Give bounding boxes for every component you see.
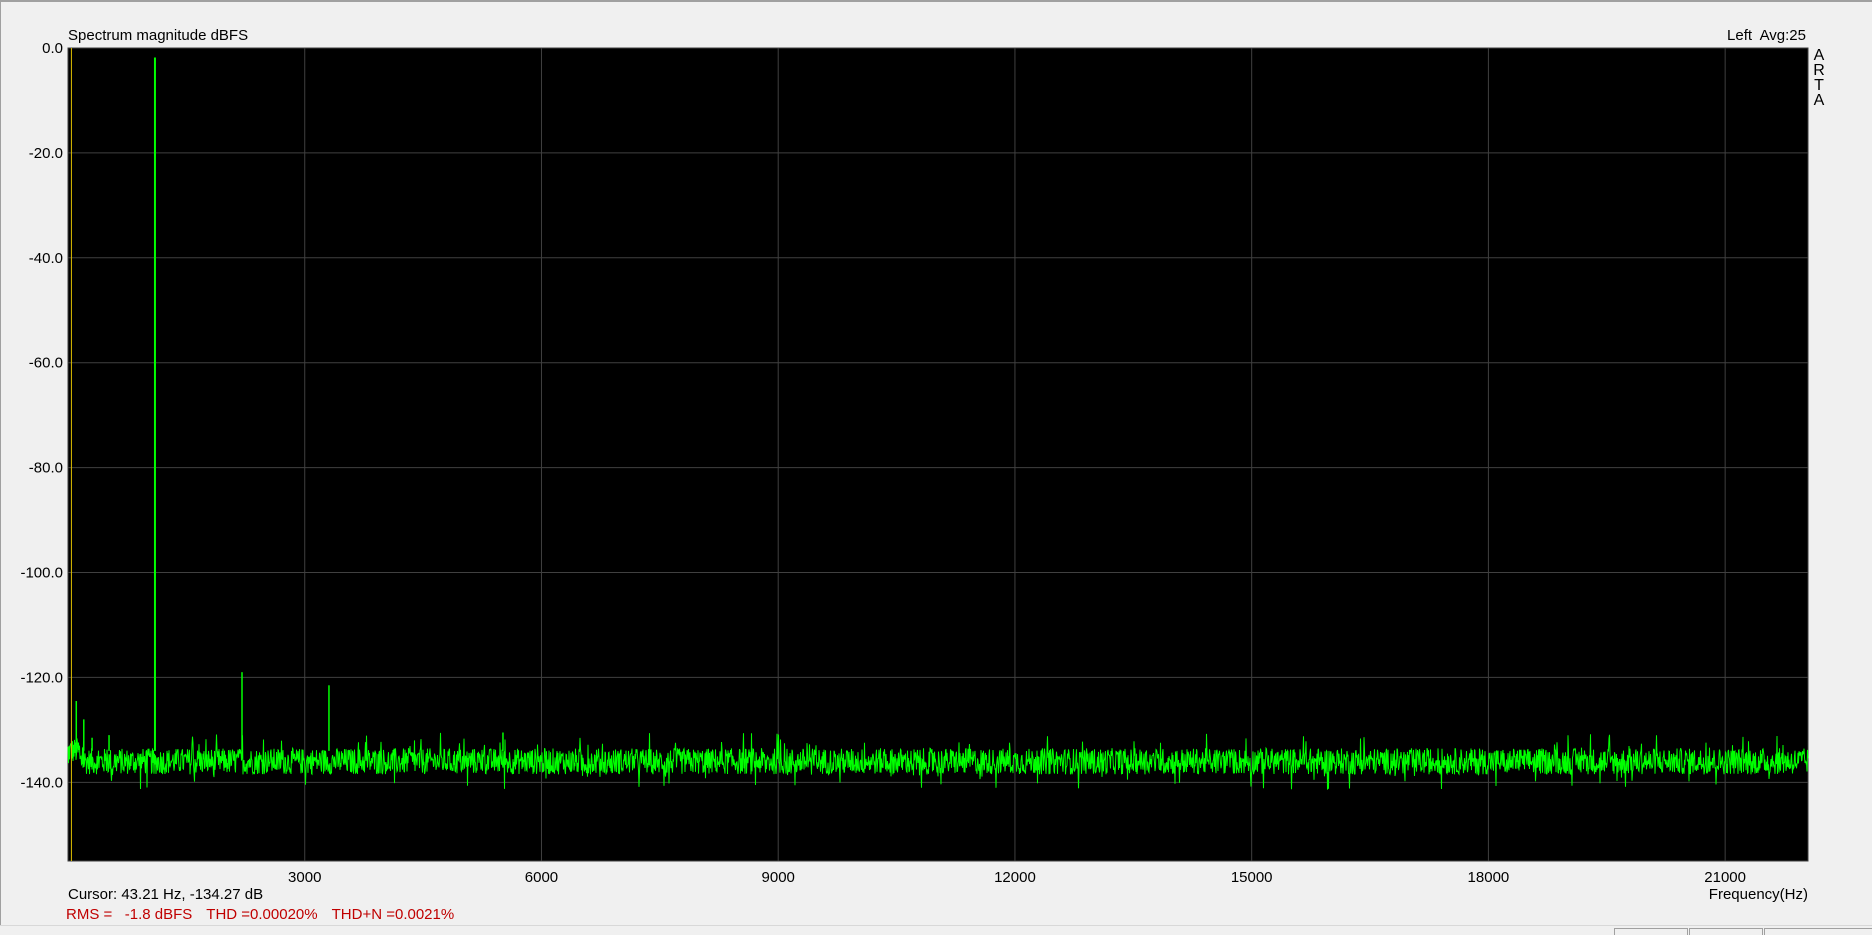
x-axis-label: Frequency(Hz): [1708, 886, 1808, 903]
y-tick-label: -40.0: [29, 250, 63, 267]
y-tick-label: -120.0: [20, 669, 63, 686]
x-tick-label: 9000: [762, 869, 795, 886]
x-tick-label: 15000: [1231, 869, 1273, 886]
thd-value: THD =0.00020%: [206, 906, 318, 923]
x-tick-label: 21000: [1704, 869, 1746, 886]
y-tick-label: -60.0: [29, 355, 63, 372]
x-tick-label: 12000: [994, 869, 1036, 886]
x-tick-label: 6000: [525, 869, 558, 886]
cursor-readout: Cursor: 43.21 Hz, -134.27 dB: [68, 886, 264, 903]
thdn-value: THD+N =0.0021%: [331, 906, 455, 923]
y-tick-label: -80.0: [29, 460, 63, 477]
measurement-readout: RMS = -1.8 dBFS THD =0.00020% THD+N =0.002…: [66, 906, 468, 923]
y-tick-label: -100.0: [20, 565, 63, 582]
y-tick-label: -140.0: [20, 774, 63, 791]
status-panel: [1764, 928, 1872, 935]
spectrum-chart[interactable]: 3000 6000 9000 12000 15000 18000 21000 0.0 -20.0…: [0, 0, 1872, 933]
status-panel: [1689, 928, 1763, 935]
y-tick-label: -20.0: [29, 145, 63, 162]
x-tick-label: 18000: [1468, 869, 1510, 886]
rms-value: RMS = -1.8 dBFS: [66, 906, 193, 923]
status-panel: [1614, 928, 1688, 935]
y-tick-label: 0.0: [42, 40, 63, 57]
x-tick-label: 3000: [288, 869, 321, 886]
